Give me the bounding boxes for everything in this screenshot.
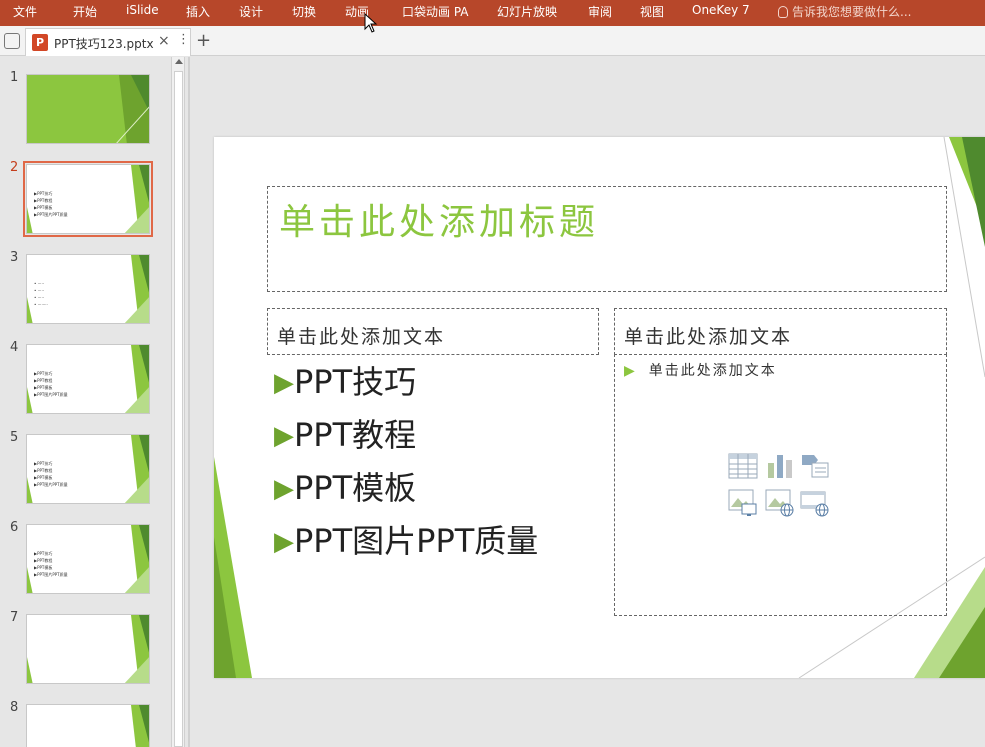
thumbnail-number: 2 <box>10 160 19 175</box>
ribbon-tab[interactable]: OneKey 7 <box>692 3 750 17</box>
right-body-bullet: ▶ 单击此处添加文本 <box>624 363 777 379</box>
thumbnail-scrollbar[interactable] <box>171 57 185 747</box>
thumbnail-text: ▶PPT图片PPT质量 <box>34 392 68 397</box>
document-tab-name: PPT技巧123.pptx <box>54 37 154 51</box>
bullet-item: ▶PPT教程 <box>274 416 417 454</box>
powerpoint-icon: P <box>32 34 48 51</box>
slide-thumbnail[interactable]: ▶PPT技巧 ▶PPT教程 ▶PPT模板 ▶PPT图片PPT质量 <box>26 344 150 414</box>
thumbnail-text: • ········ <box>34 302 48 307</box>
slide-thumbnail[interactable]: ▶PPT技巧 ▶PPT教程 ▶PPT模板 ▶PPT图片PPT质量 <box>26 524 150 594</box>
thumbnail-text: ▶PPT模板 <box>34 385 53 390</box>
title-placeholder[interactable]: 单击此处添加标题 <box>267 186 947 292</box>
thumbnail-number: 8 <box>10 700 19 715</box>
left-header-text: 单击此处添加文本 <box>277 326 446 348</box>
mouse-cursor-icon <box>364 13 378 33</box>
scroll-up-icon[interactable] <box>175 59 183 64</box>
thumbnail-text: ▶PPT技巧 <box>34 461 53 466</box>
left-header-placeholder[interactable]: 单击此处添加文本 <box>267 308 599 355</box>
thumbnail-number: 5 <box>10 430 19 445</box>
insert-table-icon[interactable] <box>728 451 758 481</box>
thumbnail-text: ▶PPT图片PPT质量 <box>34 482 68 487</box>
ribbon-tab[interactable]: 审阅 <box>588 3 612 20</box>
slide-thumbnail-pane: 1 2 ▶PPT技巧 ▶PPT教程 ▶PPT模板 ▶PPT图片PPT质量 3 • ····· •… <box>0 57 171 747</box>
slide-thumbnail[interactable] <box>26 614 150 684</box>
slide-canvas: 单击此处添加标题 单击此处添加文本 单击此处添加文本 ▶ 单击此处添加文本 ▶PP… <box>214 137 985 678</box>
thumbnail-number: 3 <box>10 250 19 265</box>
thumbnail-text: • ····· <box>34 295 44 300</box>
document-tab-strip: P PPT技巧123.pptx × ⋮ + <box>0 26 985 56</box>
tell-me-search[interactable]: 告诉我您想要做什么... <box>778 3 911 20</box>
slide-thumbnail[interactable]: • ····· • ····· • ····· • ········ <box>26 254 150 324</box>
document-tab[interactable]: P PPT技巧123.pptx × ⋮ <box>25 28 191 56</box>
insert-video-icon[interactable] <box>800 488 830 518</box>
ribbon-tab[interactable]: 口袋动画 PA <box>402 3 469 20</box>
slide-title: 单击此处添加标题 <box>279 202 600 243</box>
ribbon-tab[interactable]: 插入 <box>186 3 210 20</box>
bullet-item: ▶PPT技巧 <box>274 363 417 401</box>
ribbon-tab[interactable]: iSlide <box>126 3 159 17</box>
insert-online-picture-icon[interactable] <box>765 488 795 518</box>
ribbon-tab[interactable]: 视图 <box>640 3 664 20</box>
thumbnail-text: ▶PPT教程 <box>34 378 53 383</box>
slide-thumbnail[interactable] <box>26 74 150 144</box>
thumbnail-text: ▶PPT模板 <box>34 475 53 480</box>
more-icon[interactable]: ⋮ <box>177 32 190 47</box>
thumbnail-text: • ····· <box>34 281 44 286</box>
slide-thumbnail[interactable]: ▶PPT技巧 ▶PPT教程 ▶PPT模板 ▶PPT图片PPT质量 <box>23 161 153 237</box>
ribbon-tab[interactable]: 幻灯片放映 <box>497 3 557 20</box>
slide-thumbnail[interactable]: ▶PPT技巧 ▶PPT教程 ▶PPT模板 ▶PPT图片PPT质量 <box>26 434 150 504</box>
slide-thumbnail[interactable] <box>26 704 150 747</box>
insert-picture-icon[interactable] <box>728 488 758 518</box>
thumbnail-number: 1 <box>10 70 19 85</box>
ribbon-tab[interactable]: 开始 <box>73 3 97 20</box>
ribbon-tab[interactable]: 文件 <box>13 3 37 20</box>
close-tab-icon[interactable]: × <box>158 33 170 49</box>
thumbnail-number: 4 <box>10 340 19 355</box>
thumbnail-text: ▶PPT图片PPT质量 <box>34 212 68 217</box>
thumbnail-text: ▶PPT教程 <box>34 198 53 203</box>
scroll-thumb[interactable] <box>174 71 183 747</box>
tell-me-label: 告诉我您想要做什么... <box>792 5 912 19</box>
insert-chart-icon[interactable] <box>765 451 795 481</box>
thumbnail-text: • ····· <box>34 288 44 293</box>
thumbnail-text: ▶PPT技巧 <box>34 551 53 556</box>
thumbnail-text: ▶PPT技巧 <box>34 371 53 376</box>
lightbulb-icon <box>778 6 788 18</box>
right-header-placeholder[interactable]: 单击此处添加文本 <box>614 308 947 355</box>
right-header-text: 单击此处添加文本 <box>624 326 793 348</box>
bullet-item: ▶PPT模板 <box>274 469 417 507</box>
thumbnail-text: ▶PPT模板 <box>34 205 53 210</box>
ribbon-tab[interactable]: 切换 <box>292 3 316 20</box>
thumbnail-number: 7 <box>10 610 19 625</box>
back-icon[interactable] <box>4 33 20 49</box>
thumbnail-text: ▶PPT模板 <box>34 565 53 570</box>
bullet-item: ▶PPT图片PPT质量 <box>274 522 539 560</box>
thumbnail-text: ▶PPT教程 <box>34 468 53 473</box>
thumbnail-text: ▶PPT教程 <box>34 558 53 563</box>
pane-divider[interactable] <box>188 57 190 747</box>
insert-content-icons <box>728 451 848 521</box>
thumbnail-text: ▶PPT图片PPT质量 <box>34 572 68 577</box>
ribbon-tab[interactable]: 设计 <box>239 3 263 20</box>
thumbnail-text: ▶PPT技巧 <box>34 191 53 196</box>
thumbnail-number: 6 <box>10 520 19 535</box>
ribbon-menu: 告诉我您想要做什么... 文件 开始 iSlide 插入 设计 切换 动画 口袋动画 PA 幻灯… <box>0 0 985 26</box>
insert-smartart-icon[interactable] <box>800 451 830 481</box>
new-tab-icon[interactable]: + <box>196 30 211 51</box>
